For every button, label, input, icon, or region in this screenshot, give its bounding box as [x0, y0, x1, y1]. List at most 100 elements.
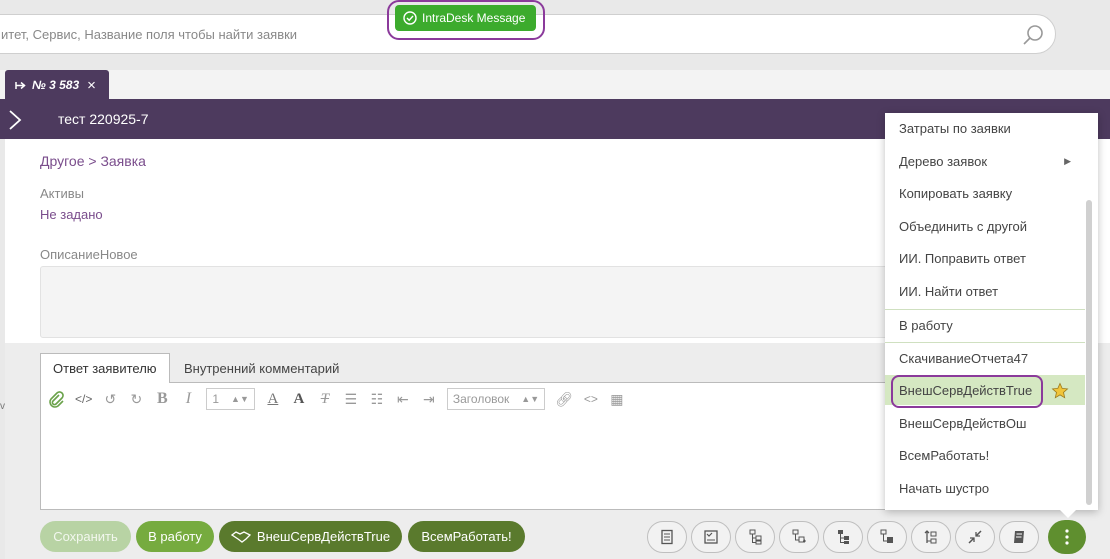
- menu-item-highlight: [891, 375, 1043, 408]
- highlight-color-icon[interactable]: A: [291, 388, 307, 410]
- search-placeholder: итет, Сервис, Название поля чтобы найти …: [1, 27, 298, 42]
- handshake-icon: [230, 530, 251, 543]
- table-icon[interactable]: ▦: [609, 388, 625, 410]
- everyone-work-button[interactable]: ВсемРаботать!: [408, 521, 525, 552]
- menu-item-label: ВсемРаботать!: [899, 447, 990, 463]
- undo-icon[interactable]: ↺: [102, 388, 118, 410]
- tab-label: № 3 583: [32, 78, 80, 92]
- code-view-icon[interactable]: </>: [75, 388, 92, 410]
- menu-item-label: В работу: [899, 317, 953, 333]
- external-service-label: ВнешСервДействTrue: [256, 529, 391, 544]
- menu-item-label: Дерево заявок: [899, 153, 988, 169]
- menu-item-ticket-tree[interactable]: Дерево заявок ▶: [885, 146, 1085, 176]
- menu-pointer: [1060, 510, 1076, 518]
- assets-value[interactable]: Не задано: [40, 207, 103, 222]
- select-arrows-icon: ▲▼: [521, 394, 540, 404]
- menu-item-ai-find-answer[interactable]: ИИ. Найти ответ: [885, 276, 1085, 306]
- breadcrumb-path[interactable]: Другое >: [40, 153, 97, 169]
- select-arrows-icon: ▲▼: [231, 394, 249, 404]
- tab-reply-requester[interactable]: Ответ заявителю: [40, 353, 170, 383]
- font-size-select[interactable]: 1 ▲▼: [206, 388, 255, 410]
- submenu-arrow-icon: ▶: [1064, 155, 1071, 166]
- numbered-list-icon[interactable]: ☷: [369, 388, 385, 410]
- collapse-icon-button[interactable]: [955, 521, 995, 553]
- menu-item-copy-ticket[interactable]: Копировать заявку: [885, 178, 1085, 208]
- menu-item-ai-fix-answer[interactable]: ИИ. Поправить ответ: [885, 243, 1085, 273]
- tree-add-icon: [792, 529, 806, 543]
- menu-item-label: ИИ. Найти ответ: [899, 283, 999, 299]
- menu-item-external-service-error[interactable]: ВнешСервДействОш: [885, 408, 1085, 438]
- tab-internal-comment[interactable]: Внутренний комментарий: [172, 353, 351, 383]
- editor-toolbar: </> ↺ ↻ B I 1 ▲▼ A A T ☰ ☷ ⇤ ⇥ Заголовок…: [47, 387, 625, 411]
- document-icon-button[interactable]: [647, 521, 687, 553]
- heading-value: Заголовок: [452, 392, 510, 406]
- intradesk-message-badge[interactable]: IntraDesk Message: [395, 5, 536, 31]
- knowledge-base-icon-button[interactable]: [999, 521, 1039, 553]
- menu-item-everyone-work[interactable]: ВсемРаботать!: [885, 440, 1085, 470]
- external-service-button[interactable]: ВнешСервДействTrue: [219, 521, 402, 552]
- chevron-right-icon[interactable]: [8, 109, 22, 131]
- tab-bar: № 3 583 ×: [0, 70, 1110, 100]
- font-size-value: 1: [212, 392, 220, 406]
- search-icon[interactable]: [1021, 23, 1045, 47]
- star-icon[interactable]: [1051, 382, 1069, 400]
- bold-icon[interactable]: B: [154, 388, 170, 410]
- indent-icon[interactable]: ⇥: [421, 388, 437, 410]
- tree-icon: [749, 529, 762, 545]
- breadcrumb-current[interactable]: Заявка: [100, 153, 145, 169]
- menu-item-label: Объединить с другой: [899, 218, 1028, 234]
- clear-format-icon[interactable]: T: [317, 388, 333, 410]
- assets-label: Активы: [40, 186, 84, 201]
- book-icon: [1014, 531, 1024, 543]
- ticket-title: тест 220925-7: [58, 111, 149, 127]
- kebab-icon: [1065, 529, 1069, 545]
- link-icon[interactable]: 🔗︎: [555, 388, 573, 410]
- tab-ticket[interactable]: № 3 583 ×: [5, 70, 109, 100]
- to-work-button[interactable]: В работу: [136, 521, 214, 552]
- menu-item-label: Копировать заявку: [899, 185, 1013, 201]
- actions-menu: Затраты по заявки Дерево заявок ▶ Копиров…: [885, 113, 1098, 510]
- tree-icon-button[interactable]: [735, 521, 775, 553]
- more-actions-button[interactable]: [1048, 520, 1086, 554]
- paperclip-icon[interactable]: [47, 388, 65, 410]
- menu-item-label: Затраты по заявки: [899, 120, 1011, 136]
- collapse-icon: [968, 530, 982, 544]
- menu-item-label: ВнешСервДействОш: [899, 415, 1027, 431]
- pin-icon[interactable]: [15, 81, 26, 90]
- tree-up-icon-button[interactable]: [911, 521, 951, 553]
- menu-item-label: ИИ. Поправить ответ: [899, 250, 1026, 266]
- menu-item-download-report[interactable]: СкачиваниеОтчета47: [885, 343, 1085, 373]
- description-field[interactable]: [40, 266, 910, 338]
- check-circle-icon: [403, 11, 417, 25]
- document-icon: [661, 529, 673, 545]
- tree-link-icon: [880, 529, 893, 543]
- checklist-icon-button[interactable]: [691, 521, 731, 553]
- tree-filled-icon-button[interactable]: [823, 521, 863, 553]
- heading-select[interactable]: Заголовок ▲▼: [446, 388, 546, 410]
- checklist-icon: [704, 530, 718, 544]
- italic-icon[interactable]: I: [180, 388, 196, 410]
- save-button[interactable]: Сохранить: [40, 521, 131, 552]
- breadcrumb: Другое > Заявка: [40, 153, 146, 169]
- menu-item-label: Начать шустро: [899, 480, 990, 496]
- notification-label: IntraDesk Message: [422, 11, 526, 25]
- tree-up-icon: [924, 530, 937, 544]
- code-icon[interactable]: <>: [583, 388, 599, 410]
- top-bar: итет, Сервис, Название поля чтобы найти …: [0, 0, 1110, 70]
- bullet-list-icon[interactable]: ☰: [343, 388, 359, 410]
- text-color-icon[interactable]: A: [265, 388, 281, 410]
- tree-link-icon-button[interactable]: [867, 521, 907, 553]
- reply-editor[interactable]: </> ↺ ↻ B I 1 ▲▼ A A T ☰ ☷ ⇤ ⇥ Заголовок…: [40, 382, 910, 510]
- tree-add-icon-button[interactable]: [779, 521, 819, 553]
- menu-item-start-fast[interactable]: Начать шустро: [885, 473, 1085, 503]
- menu-item-to-work[interactable]: В работу: [885, 310, 1085, 340]
- menu-item-merge[interactable]: Объединить с другой: [885, 211, 1085, 241]
- close-icon[interactable]: ×: [87, 77, 96, 94]
- menu-item-costs[interactable]: Затраты по заявки: [885, 113, 1085, 143]
- description-label: ОписаниеНовое: [40, 247, 138, 262]
- tree-filled-icon: [838, 530, 849, 544]
- redo-icon[interactable]: ↻: [128, 388, 144, 410]
- menu-scrollbar[interactable]: [1086, 200, 1092, 505]
- outdent-icon[interactable]: ⇤: [395, 388, 411, 410]
- menu-item-label: СкачиваниеОтчета47: [899, 350, 1029, 366]
